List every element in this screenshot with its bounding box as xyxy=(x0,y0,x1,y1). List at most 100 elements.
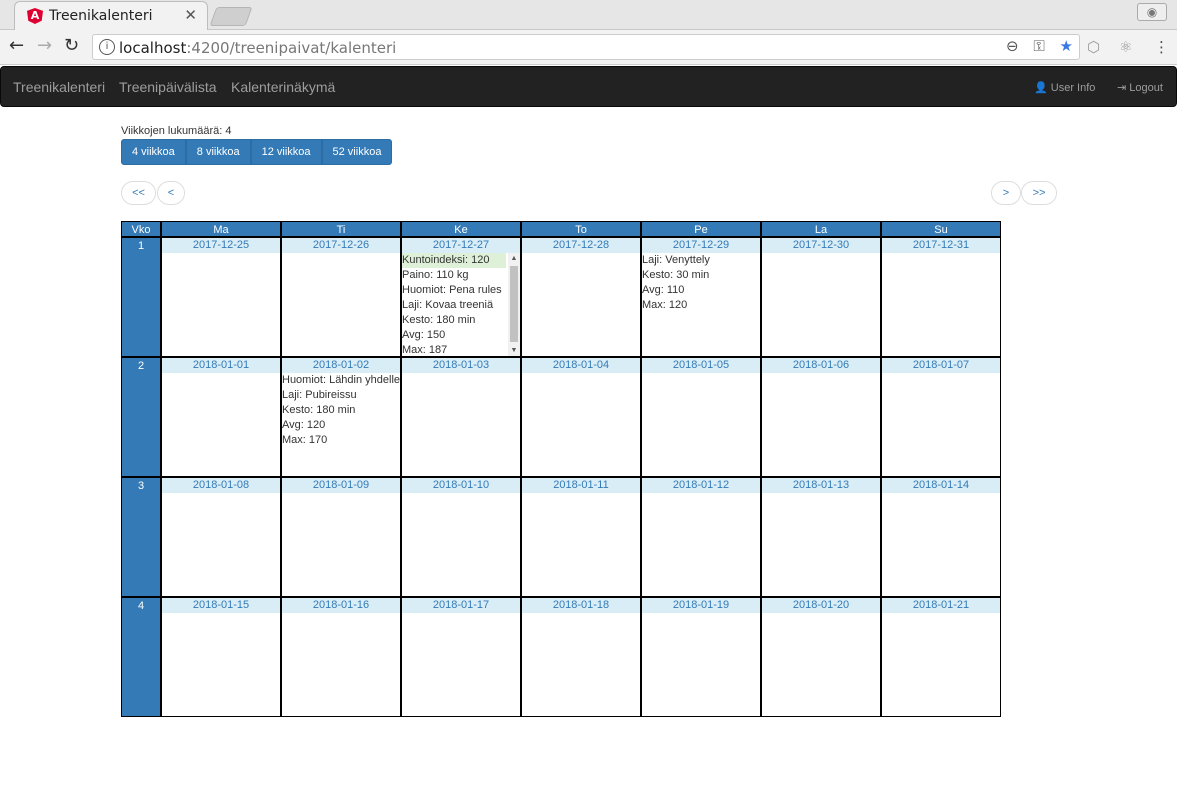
day-date-link[interactable]: 2018-01-13 xyxy=(762,478,880,493)
day-date-link[interactable]: 2018-01-15 xyxy=(162,598,280,613)
day-cell[interactable]: 2017-12-28 xyxy=(521,237,641,357)
menu-icon[interactable]: ⋮ xyxy=(1154,38,1169,56)
day-cell[interactable]: 2018-01-09 xyxy=(281,477,401,597)
header-to: To xyxy=(521,221,641,237)
day-date-link[interactable]: 2018-01-14 xyxy=(882,478,1000,493)
day-date-link[interactable]: 2018-01-05 xyxy=(642,358,760,373)
day-date-link[interactable]: 2018-01-09 xyxy=(282,478,400,493)
day-cell[interactable]: 2018-01-11 xyxy=(521,477,641,597)
day-date-link[interactable]: 2018-01-18 xyxy=(522,598,640,613)
day-cell[interactable]: 2018-01-21 xyxy=(881,597,1001,717)
last-page-button[interactable]: >> xyxy=(1021,181,1057,205)
training-entry-line: Avg: 110 xyxy=(642,284,685,296)
day-date-link[interactable]: 2018-01-07 xyxy=(882,358,1000,373)
day-cell[interactable]: 2017-12-26 xyxy=(281,237,401,357)
day-cell[interactable]: 2018-01-12 xyxy=(641,477,761,597)
day-date-link[interactable]: 2017-12-31 xyxy=(882,238,1000,253)
user-info-link[interactable]: 👤 User Info xyxy=(1034,81,1095,94)
day-cell[interactable]: 2018-01-08 xyxy=(161,477,281,597)
training-entry-line: Avg: 120 xyxy=(282,419,326,431)
address-bar[interactable]: i localhost:4200/treenipaivat/kalenteri … xyxy=(92,34,1080,60)
training-entry-line: Laji: Pubireissu xyxy=(282,389,357,401)
nav-link-calendar[interactable]: Kalenterinäkymä xyxy=(231,79,335,95)
day-date-link[interactable]: 2017-12-29 xyxy=(642,238,760,253)
day-date-link[interactable]: 2018-01-06 xyxy=(762,358,880,373)
profile-icon[interactable]: ◉ xyxy=(1137,3,1167,21)
training-entry-line: Laji: Kovaa treeniä xyxy=(402,299,494,311)
day-cell[interactable]: 2018-01-17 xyxy=(401,597,521,717)
browser-tab[interactable]: A Treenikalenteri ✕ xyxy=(14,1,208,30)
day-cell[interactable]: 2018-01-16 xyxy=(281,597,401,717)
day-date-link[interactable]: 2018-01-20 xyxy=(762,598,880,613)
day-cell[interactable]: 2018-01-06 xyxy=(761,357,881,477)
day-cell[interactable]: 2018-01-19 xyxy=(641,597,761,717)
day-date-link[interactable]: 2018-01-11 xyxy=(522,478,640,493)
scroll-up-arrow-icon[interactable]: ▲ xyxy=(508,253,520,265)
week-number: 4 xyxy=(121,597,161,717)
day-cell[interactable]: 2017-12-30 xyxy=(761,237,881,357)
bookmark-star-icon[interactable]: ★ xyxy=(1060,37,1073,55)
tab-title: Treenikalenteri xyxy=(49,8,153,24)
browser-tabstrip: A Treenikalenteri ✕ ◉ xyxy=(0,0,1177,30)
weeks-4-button[interactable]: 4 viikkoa xyxy=(121,139,186,165)
day-date-link[interactable]: 2018-01-01 xyxy=(162,358,280,373)
day-date-link[interactable]: 2018-01-17 xyxy=(402,598,520,613)
extension-cube-icon[interactable]: ⬡ xyxy=(1087,38,1100,56)
day-cell[interactable]: 2017-12-29 Laji: Venyttely Kesto: 30 min Av… xyxy=(641,237,761,357)
day-cell[interactable]: 2018-01-05 xyxy=(641,357,761,477)
day-cell[interactable]: 2018-01-02 Huomiot: Lähdin yhdelle Laji: P… xyxy=(281,357,401,477)
day-cell[interactable]: 2017-12-27 Kuntoindeksi: 120 Paino: 110 kg… xyxy=(401,237,521,357)
url-text: localhost:4200/treenipaivat/kalenteri xyxy=(119,39,397,57)
prev-page-button[interactable]: < xyxy=(157,181,185,205)
weeks-52-button[interactable]: 52 viikkoa xyxy=(321,139,393,165)
day-date-link[interactable]: 2017-12-28 xyxy=(522,238,640,253)
day-cell[interactable]: 2018-01-15 xyxy=(161,597,281,717)
first-page-button[interactable]: << xyxy=(121,181,156,205)
nav-link-list[interactable]: Treenipäivälista xyxy=(119,79,217,95)
day-cell[interactable]: 2017-12-31 xyxy=(881,237,1001,357)
weeks-button-group: 4 viikkoa 8 viikkoa 12 viikkoa 52 viikko… xyxy=(121,139,393,165)
day-date-link[interactable]: 2018-01-21 xyxy=(882,598,1000,613)
weeks-12-button[interactable]: 12 viikkoa xyxy=(250,139,322,165)
day-cell[interactable]: 2018-01-07 xyxy=(881,357,1001,477)
day-date-link[interactable]: 2018-01-16 xyxy=(282,598,400,613)
header-pe: Pe xyxy=(641,221,761,237)
day-cell[interactable]: 2018-01-14 xyxy=(881,477,1001,597)
day-date-link[interactable]: 2018-01-03 xyxy=(402,358,520,373)
back-icon[interactable]: ← xyxy=(9,35,24,56)
day-cell[interactable]: 2017-12-25 xyxy=(161,237,281,357)
day-date-link[interactable]: 2018-01-08 xyxy=(162,478,280,493)
logout-link[interactable]: ⇥ Logout xyxy=(1117,81,1163,94)
scroll-thumb[interactable] xyxy=(510,266,518,342)
day-date-link[interactable]: 2018-01-12 xyxy=(642,478,760,493)
nav-link-home[interactable]: Treenikalenteri xyxy=(13,79,105,95)
weeks-8-button[interactable]: 8 viikkoa xyxy=(185,139,251,165)
day-cell[interactable]: 2018-01-20 xyxy=(761,597,881,717)
day-cell[interactable]: 2018-01-10 xyxy=(401,477,521,597)
reload-icon[interactable]: ↻ xyxy=(64,35,79,56)
new-tab-button[interactable] xyxy=(209,7,253,26)
day-date-link[interactable]: 2018-01-10 xyxy=(402,478,520,493)
angular-favicon-icon: A xyxy=(27,8,43,24)
day-date-link[interactable]: 2017-12-30 xyxy=(762,238,880,253)
day-date-link[interactable]: 2017-12-25 xyxy=(162,238,280,253)
day-date-link[interactable]: 2018-01-02 xyxy=(282,358,400,373)
day-cell[interactable]: 2018-01-04 xyxy=(521,357,641,477)
info-icon[interactable]: i xyxy=(99,39,115,55)
extension-react-icon[interactable]: ⚛ xyxy=(1119,38,1132,56)
key-icon[interactable]: ⚿ xyxy=(1033,37,1044,55)
day-date-link[interactable]: 2017-12-26 xyxy=(282,238,400,253)
zoom-icon[interactable]: ⊖ xyxy=(1006,37,1019,55)
day-cell[interactable]: 2018-01-18 xyxy=(521,597,641,717)
forward-icon[interactable]: → xyxy=(37,35,52,56)
day-cell[interactable]: 2018-01-03 xyxy=(401,357,521,477)
day-date-link[interactable]: 2018-01-04 xyxy=(522,358,640,373)
day-date-link[interactable]: 2017-12-27 xyxy=(402,238,520,253)
close-tab-icon[interactable]: ✕ xyxy=(184,6,197,24)
day-date-link[interactable]: 2018-01-19 xyxy=(642,598,760,613)
day-cell[interactable]: 2018-01-01 xyxy=(161,357,281,477)
day-cell[interactable]: 2018-01-13 xyxy=(761,477,881,597)
next-page-button[interactable]: > xyxy=(991,181,1021,205)
day-scrollbar[interactable]: ▲ ▼ xyxy=(508,253,520,356)
scroll-down-arrow-icon[interactable]: ▼ xyxy=(508,345,520,356)
